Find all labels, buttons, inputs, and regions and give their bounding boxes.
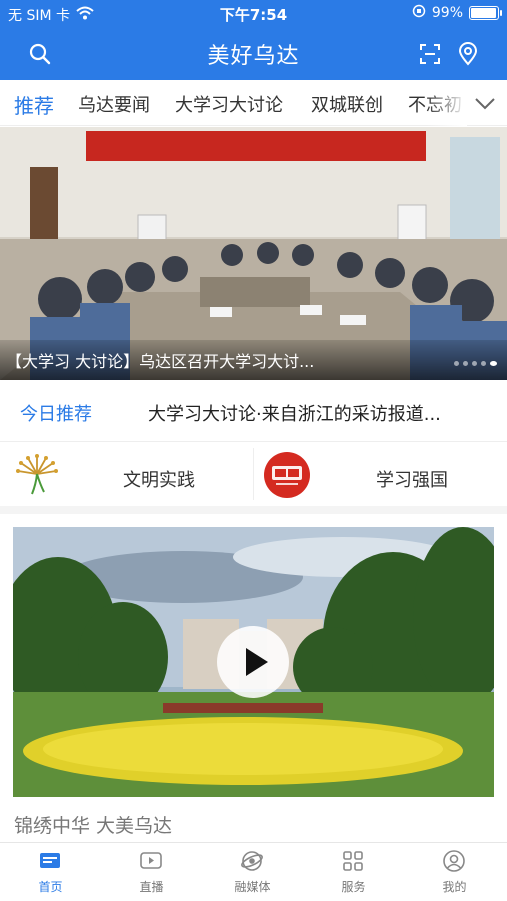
today-recommend-headline[interactable]: 大学习大讨论·来自浙江的采访报道... [148, 400, 441, 426]
battery-percent: 99% [431, 5, 463, 21]
nav-label: 服务 [341, 880, 366, 894]
nav-services[interactable]: 服务 [303, 843, 404, 901]
chevron-down-icon[interactable] [471, 90, 499, 118]
status-right: 99% [412, 4, 502, 22]
tab-big-study[interactable]: 大学习大讨论 [175, 91, 283, 117]
category-tabs: 推荐 乌达要闻 大学习大讨论 双城联创 不忘初 [0, 80, 507, 126]
shortcut-label: 学习强国 [376, 470, 448, 491]
battery-fill [471, 8, 496, 18]
carousel-dot[interactable] [472, 361, 477, 366]
location-pin-icon[interactable] [454, 40, 482, 68]
play-button[interactable] [217, 626, 289, 698]
tab-twin-city[interactable]: 双城联创 [311, 91, 383, 117]
carousel-dots [454, 361, 497, 366]
nav-live[interactable]: 直播 [101, 843, 202, 901]
shortcut-study-power[interactable]: 学习强国 [254, 442, 507, 506]
scan-icon[interactable] [416, 40, 444, 68]
video-title[interactable]: 锦绣中华 大美乌达 [14, 811, 172, 838]
tabs-fade [427, 80, 467, 126]
bottom-nav: 首页 直播 融媒体 服务 我的 [0, 842, 507, 900]
nav-label: 我的 [442, 880, 467, 894]
carousel-dot[interactable] [481, 361, 486, 366]
live-icon [139, 849, 163, 873]
services-grid-icon [341, 849, 365, 873]
shortcut-civilization-practice[interactable]: 文明实践 [0, 442, 253, 506]
app-header: 美好乌达 [0, 28, 507, 80]
civilization-practice-logo-icon [14, 452, 60, 498]
carousel-dot[interactable] [454, 361, 459, 366]
today-recommend-bar: 今日推荐 大学习大讨论·来自浙江的采访报道... [0, 380, 507, 442]
status-bar: 无 SIM 卡 下午7:54 99% [0, 0, 507, 28]
nav-label: 直播 [139, 880, 164, 894]
tab-recommend[interactable]: 推荐 [14, 90, 54, 119]
battery-icon [469, 6, 502, 20]
nav-profile[interactable]: 我的 [404, 843, 505, 901]
nav-home[interactable]: 首页 [0, 843, 101, 901]
tab-wuda-news[interactable]: 乌达要闻 [78, 91, 150, 117]
carousel-dot[interactable] [490, 361, 497, 366]
profile-icon [442, 849, 466, 873]
carousel-dot[interactable] [463, 361, 468, 366]
today-recommend-label: 今日推荐 [20, 404, 92, 425]
orientation-lock-icon [412, 4, 426, 22]
study-power-logo-icon [264, 452, 310, 498]
video-card[interactable] [13, 527, 494, 797]
banner-caption[interactable]: 【大学习 大讨论】乌达区召开大学习大讨... [6, 348, 314, 372]
nav-media[interactable]: 融媒体 [202, 843, 303, 901]
nav-label: 融媒体 [234, 880, 271, 894]
home-icon [38, 849, 62, 873]
shortcut-label: 文明实践 [123, 470, 195, 491]
media-icon [240, 849, 264, 873]
shortcut-row: 文明实践 学习强国 [0, 442, 507, 514]
nav-label: 首页 [38, 880, 63, 894]
banner-carousel[interactable]: 【大学习 大讨论】乌达区召开大学习大讨... [0, 127, 507, 380]
